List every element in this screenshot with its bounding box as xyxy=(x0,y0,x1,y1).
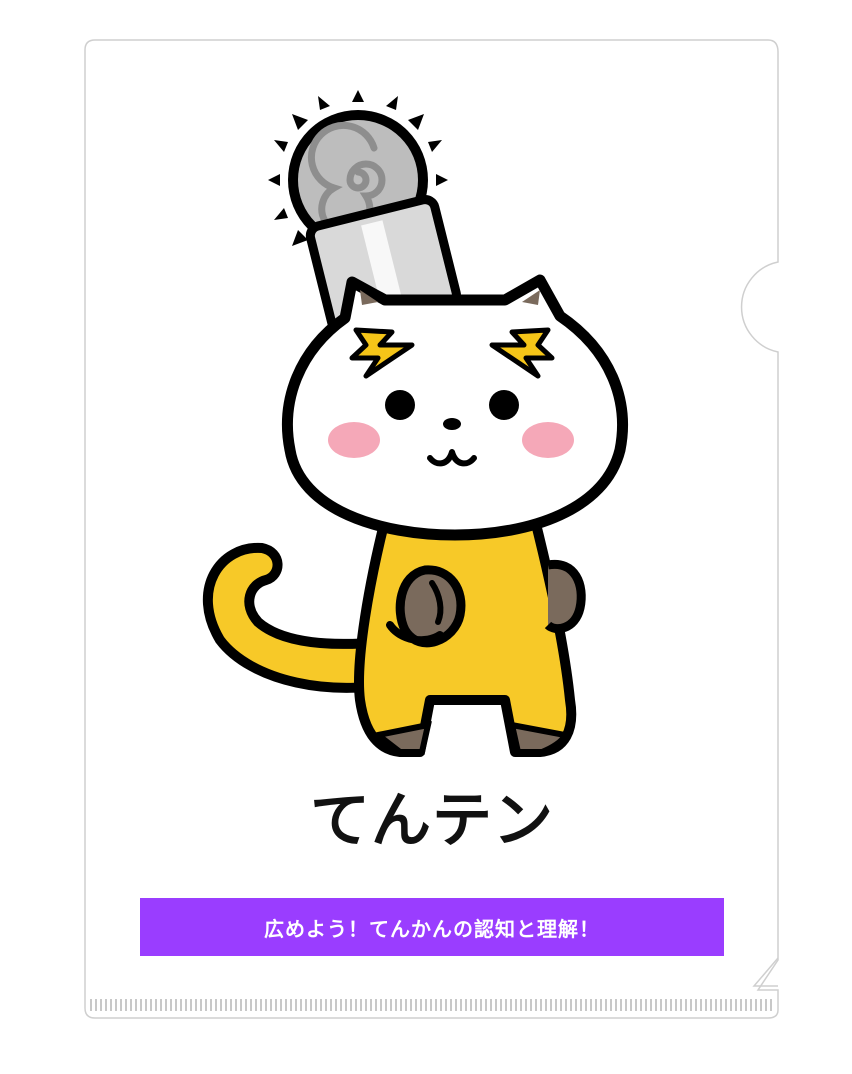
slogan-banner: 広めよう！てんかんの認知と理解！ xyxy=(264,916,600,941)
character-head xyxy=(281,274,628,541)
right-eye xyxy=(489,390,519,420)
left-cheek xyxy=(328,422,380,458)
character-name: てんテン xyxy=(310,786,554,856)
nose xyxy=(443,418,461,430)
left-eye xyxy=(385,390,415,420)
clear-file-folder: てんテン 広めよう！てんかんの認知と理解！ xyxy=(0,0,852,1070)
right-cheek xyxy=(522,422,574,458)
